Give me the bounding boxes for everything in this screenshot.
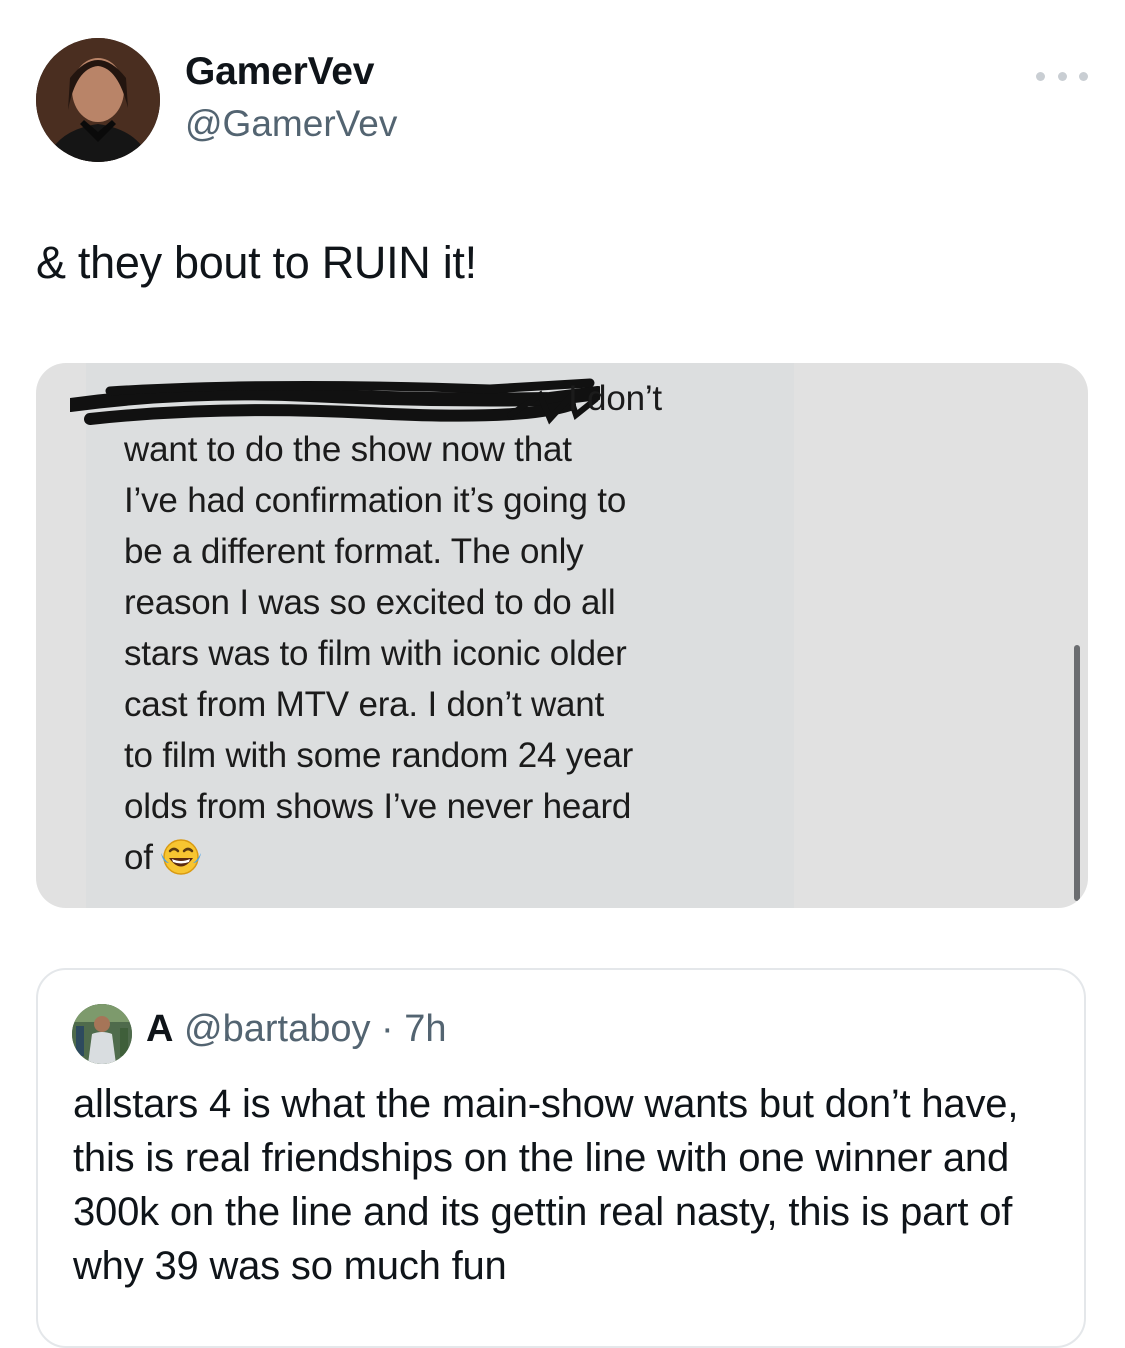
more-dot <box>1036 71 1045 81</box>
message-line: I’ve had confirmation it’s going to <box>124 481 627 520</box>
message-text: I don’t want to do the show now that I’v… <box>124 373 662 883</box>
quote-header: A @bartaboy · 7h <box>146 1008 447 1051</box>
quote-author-handle[interactable]: @bartaboy <box>184 1008 370 1050</box>
message-line: want to do the show now that <box>124 430 572 469</box>
message-line: be a different format. The only <box>124 532 584 571</box>
quote-author-avatar[interactable] <box>72 1004 132 1064</box>
quoted-tweet[interactable]: A @bartaboy · 7h allstars 4 is what the … <box>36 968 1086 1348</box>
quote-timestamp[interactable]: 7h <box>404 1008 446 1050</box>
message-line: olds from shows I’ve never heard <box>124 787 632 826</box>
media-scrollbar[interactable] <box>1074 645 1080 901</box>
message-last-line: of <box>124 832 662 883</box>
quote-text: allstars 4 is what the main-show wants b… <box>73 1082 1019 1288</box>
more-dot <box>1057 71 1067 81</box>
quote-author-name[interactable]: A <box>146 1008 173 1050</box>
quote-separator: · <box>381 1008 394 1050</box>
message-line: reason I was so excited to do all <box>124 583 616 622</box>
message-line: stars was to film with iconic older <box>124 634 627 673</box>
message-line: cast from MTV era. I don’t want <box>124 685 605 724</box>
message-line: to film with some random 24 year <box>124 736 634 775</box>
tweet-media-image[interactable]: I don’t want to do the show now that I’v… <box>36 363 1088 908</box>
author-avatar[interactable] <box>36 38 160 162</box>
more-options-icon[interactable] <box>1036 62 1088 90</box>
author-display-name[interactable]: GamerVev <box>185 50 374 94</box>
face-with-tears-of-joy-icon <box>160 839 201 875</box>
message-line: I don’t <box>568 379 662 418</box>
more-dot <box>1079 71 1088 81</box>
tweet-text: & they bout to RUIN it! <box>36 237 477 288</box>
message-line: of <box>124 838 153 877</box>
author-handle[interactable]: @GamerVev <box>185 103 397 145</box>
